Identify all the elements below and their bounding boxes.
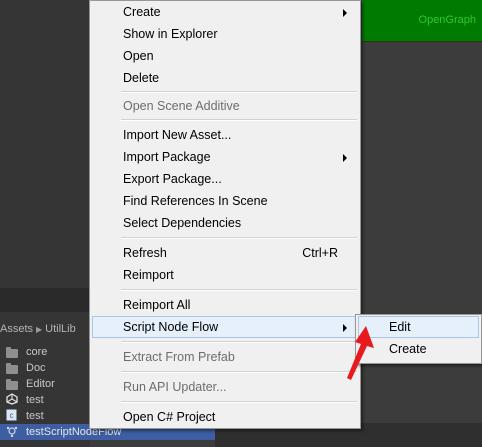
- menu-separator: [121, 237, 357, 239]
- menu-item-label: Import Package: [123, 150, 211, 164]
- menu-separator: [121, 371, 357, 373]
- menu-separator: [121, 401, 357, 403]
- menu-item-import-new-asset[interactable]: Import New Asset...: [92, 124, 358, 146]
- opengraph-panel[interactable]: OpenGraph: [362, 0, 482, 42]
- folder-icon: [6, 362, 19, 374]
- menu-item-create[interactable]: Create: [92, 1, 358, 23]
- menu-item-refresh[interactable]: Refresh Ctrl+R: [92, 242, 358, 264]
- menu-item-find-references[interactable]: Find References In Scene: [92, 190, 358, 212]
- menu-item-label: Import New Asset...: [123, 128, 232, 142]
- scene-view-background: [362, 0, 482, 447]
- submenu-item-label: Create: [389, 342, 427, 356]
- breadcrumb: Assets ▶ UtilLib: [0, 323, 90, 343]
- menu-item-reimport-all[interactable]: Reimport All: [92, 294, 358, 316]
- menu-item-label: Create: [123, 5, 161, 19]
- tree-item-label: Editor: [26, 378, 55, 390]
- menu-separator: [121, 289, 357, 291]
- tree-item-label: test: [26, 394, 44, 406]
- menu-item-select-dependencies[interactable]: Select Dependencies: [92, 212, 358, 234]
- tree-item-label: core: [26, 346, 48, 358]
- menu-item-label: Select Dependencies: [123, 216, 242, 230]
- folder-icon: [6, 346, 19, 358]
- breadcrumb-item-assets[interactable]: Assets: [0, 323, 33, 335]
- menu-separator: [121, 91, 357, 93]
- submenu-arrow-icon: [343, 9, 347, 17]
- menu-item-label: Open: [123, 49, 154, 63]
- menu-item-label: Extract From Prefab: [123, 350, 235, 364]
- tree-item-label: Doc: [26, 362, 46, 374]
- menu-separator: [121, 119, 357, 121]
- menu-separator: [121, 341, 357, 343]
- submenu-arrow-icon: [343, 154, 347, 162]
- svg-text:c: c: [10, 411, 14, 420]
- menu-item-label: Run API Updater...: [123, 380, 227, 394]
- menu-item-label: Export Package...: [123, 172, 222, 186]
- menu-item-label: Open Scene Additive: [123, 99, 240, 113]
- menu-item-label: Open C# Project: [123, 410, 216, 424]
- menu-item-label: Show in Explorer: [123, 27, 218, 41]
- menu-item-reimport[interactable]: Reimport: [92, 264, 358, 286]
- menu-item-label: Refresh: [123, 246, 167, 260]
- unity-scene-icon: [6, 393, 19, 405]
- menu-item-label: Delete: [123, 71, 160, 85]
- shortcut-label: Ctrl+R: [302, 246, 338, 260]
- folder-icon: [6, 378, 19, 390]
- tree-item-label: test: [26, 410, 44, 422]
- annotation-arrow-icon: [347, 326, 374, 380]
- menu-item-extract-from-prefab: Extract From Prefab: [92, 346, 358, 368]
- menu-item-label: Reimport: [123, 268, 174, 282]
- menu-item-export-package[interactable]: Export Package...: [92, 168, 358, 190]
- csharp-script-icon: c: [6, 409, 19, 421]
- menu-item-script-node-flow[interactable]: Script Node Flow: [92, 316, 358, 338]
- menu-item-show-in-explorer[interactable]: Show in Explorer: [92, 23, 358, 45]
- breadcrumb-item-utillib[interactable]: UtilLib: [45, 323, 76, 335]
- menu-item-open[interactable]: Open: [92, 45, 358, 67]
- menu-item-open-scene-additive: Open Scene Additive: [92, 95, 358, 117]
- menu-item-run-api-updater: Run API Updater...: [92, 376, 358, 398]
- node-flow-asset-icon: [6, 425, 19, 438]
- submenu-item-label: Edit: [389, 320, 411, 334]
- menu-item-delete[interactable]: Delete: [92, 67, 358, 89]
- panel-toolbar: [0, 288, 90, 312]
- menu-item-import-package[interactable]: Import Package: [92, 146, 358, 168]
- menu-item-label: Find References In Scene: [123, 194, 268, 208]
- context-menu: Create Show in Explorer Open Delete Open…: [89, 0, 361, 429]
- menu-item-label: Script Node Flow: [123, 320, 219, 334]
- menu-item-label: Reimport All: [123, 298, 191, 312]
- breadcrumb-arrow-icon: ▶: [36, 325, 43, 334]
- opengraph-label: OpenGraph: [418, 14, 476, 26]
- menu-item-open-csharp-project[interactable]: Open C# Project: [92, 406, 358, 428]
